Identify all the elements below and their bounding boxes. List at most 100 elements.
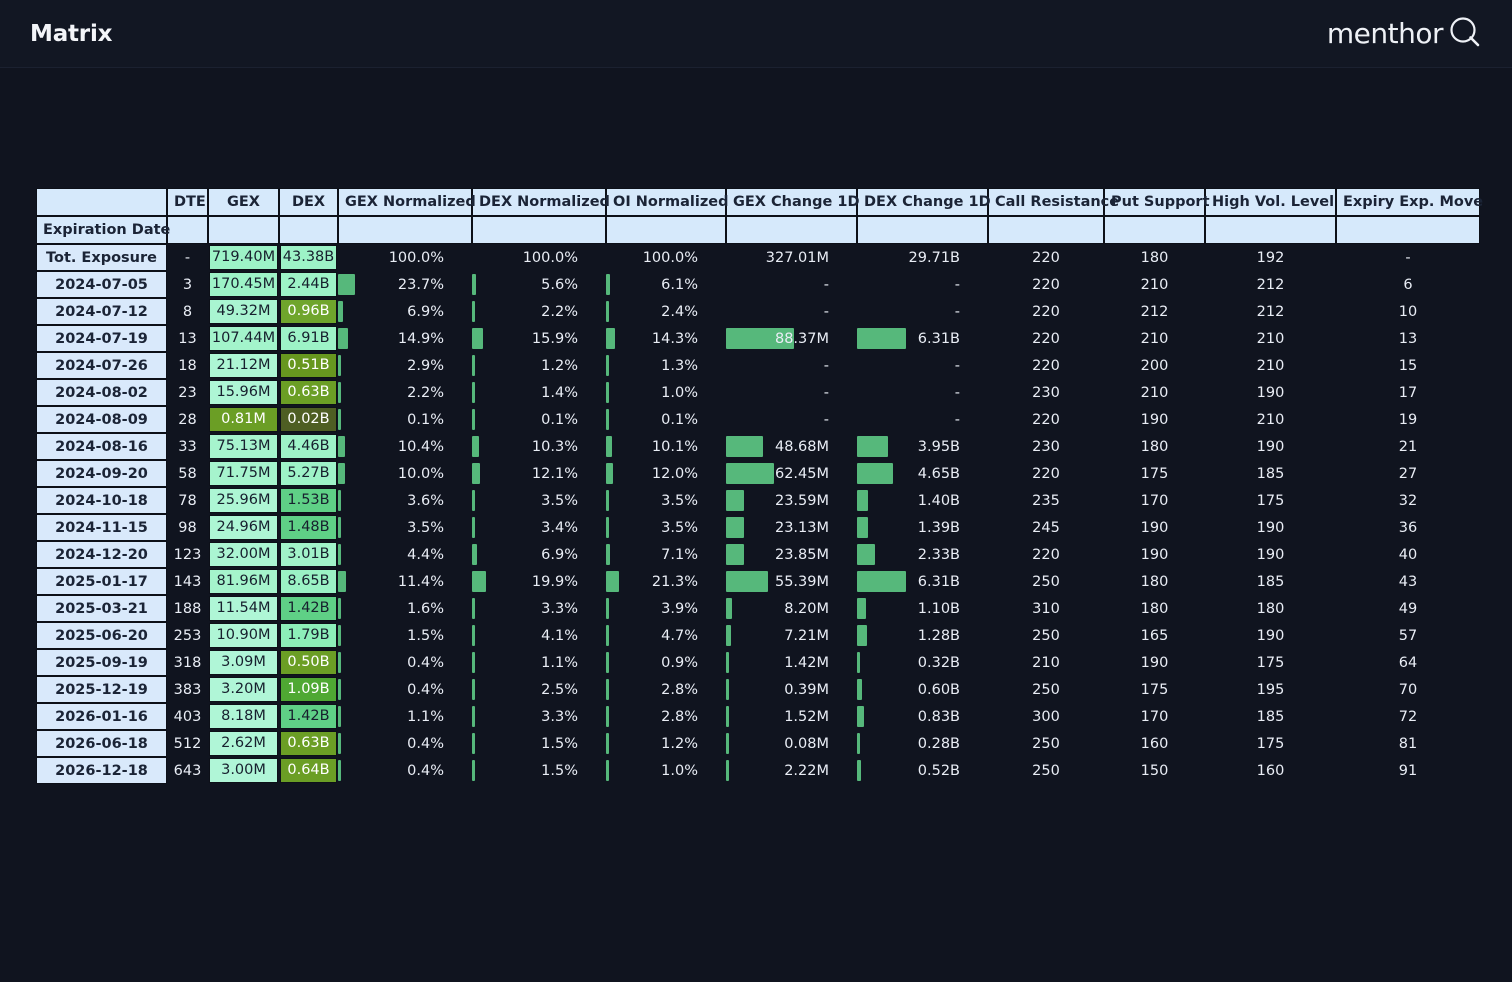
gex-normalized-cell: 4.4% [338,541,472,568]
dex-normalized-cell: 5.6% [472,271,606,298]
column-header-expiry-exp-move[interactable]: Expiry Exp. Move [1336,188,1480,216]
column-header-gex-normalized[interactable]: GEX Normalized [338,188,472,216]
table-row[interactable]: 2025-01-1714381.96M8.65B11.4%19.9%21.3%5… [36,568,1480,595]
table-row[interactable]: 2024-10-187825.96M1.53B3.6%3.5%3.5%23.59… [36,487,1480,514]
dex-change-1d-cell: 6.31B [857,325,988,352]
gex-cell: 32.00M [208,541,279,568]
row-label[interactable]: 2025-06-20 [36,622,167,649]
dex-cell: 1.09B [279,676,338,703]
column-header-dte[interactable]: DTE [167,188,208,216]
gex-cell: 3.20M [208,676,279,703]
expiry-exp-move-cell: 43 [1336,568,1480,595]
expiry-exp-move-cell: 81 [1336,730,1480,757]
dte-cell: 98 [167,514,208,541]
row-label[interactable]: 2024-11-15 [36,514,167,541]
column-header-gex-change-1d[interactable]: GEX Change 1D [726,188,857,216]
column-header-dex-normalized[interactable]: DEX Normalized [472,188,606,216]
column-header-index[interactable] [36,188,167,216]
dte-cell: 28 [167,406,208,433]
table-row[interactable]: 2024-07-261821.12M0.51B2.9%1.2%1.3%--220… [36,352,1480,379]
dex-normalized-value: 12.1% [472,466,596,482]
column-header-high-vol-level[interactable]: High Vol. Level [1205,188,1336,216]
high-vol-level-cell: 212 [1205,298,1336,325]
row-label[interactable]: 2024-07-26 [36,352,167,379]
high-vol-level-cell: 190 [1205,433,1336,460]
row-label[interactable]: 2026-12-18 [36,757,167,784]
put-support-cell: 190 [1104,514,1205,541]
table-row[interactable]: 2024-09-205871.75M5.27B10.0%12.1%12.0%62… [36,460,1480,487]
dex-normalized-cell: 1.4% [472,379,606,406]
row-label[interactable]: Tot. Exposure [36,244,167,271]
table-row[interactable]: 2024-08-09280.81M0.02B0.1%0.1%0.1%--2201… [36,406,1480,433]
expiry-exp-move-cell: 49 [1336,595,1480,622]
matrix-table-container[interactable]: DTEGEXDEXGEX NormalizedDEX NormalizedOI … [36,188,1480,784]
row-label[interactable]: 2025-01-17 [36,568,167,595]
table-row[interactable]: Tot. Exposure-719.40M43.38B100.0%100.0%1… [36,244,1480,271]
gex-normalized-cell: 2.2% [338,379,472,406]
dex-value: 5.27B [280,461,337,486]
dex-change-1d-value: 29.71B [857,250,978,266]
table-row[interactable]: 2025-09-193183.09M0.50B0.4%1.1%0.9%1.42M… [36,649,1480,676]
put-support-cell: 160 [1104,730,1205,757]
column-header-gex[interactable]: GEX [208,188,279,216]
oi-normalized-cell: 100.0% [606,244,726,271]
put-support-cell: 210 [1104,379,1205,406]
dex-change-1d-value: 6.31B [857,331,978,347]
column-header-dex[interactable]: DEX [279,188,338,216]
row-label[interactable]: 2024-07-05 [36,271,167,298]
oi-normalized-cell: 7.1% [606,541,726,568]
row-label[interactable]: 2025-12-19 [36,676,167,703]
gex-value: 11.54M [209,596,278,621]
row-label[interactable]: 2025-09-19 [36,649,167,676]
table-row[interactable]: 2025-12-193833.20M1.09B0.4%2.5%2.8%0.39M… [36,676,1480,703]
table-row[interactable]: 2026-06-185122.62M0.63B0.4%1.5%1.2%0.08M… [36,730,1480,757]
table-row[interactable]: 2026-01-164038.18M1.42B1.1%3.3%2.8%1.52M… [36,703,1480,730]
oi-normalized-value: 2.8% [606,682,716,698]
table-row[interactable]: 2025-03-2118811.54M1.42B1.6%3.3%3.9%8.20… [36,595,1480,622]
row-label[interactable]: 2024-09-20 [36,460,167,487]
call-resistance-cell: 245 [988,514,1104,541]
table-row[interactable]: 2025-06-2025310.90M1.79B1.5%4.1%4.7%7.21… [36,622,1480,649]
dex-normalized-value: 1.4% [472,385,596,401]
dex-value: 8.65B [280,569,337,594]
gex-cell: 81.96M [208,568,279,595]
column-header-oi-normalized[interactable]: OI Normalized [606,188,726,216]
row-label[interactable]: 2026-06-18 [36,730,167,757]
column-header-call-resistance[interactable]: Call Resistance [988,188,1104,216]
dte-cell: 383 [167,676,208,703]
table-row[interactable]: 2024-07-12849.32M0.96B6.9%2.2%2.4%--2202… [36,298,1480,325]
row-label[interactable]: 2024-08-09 [36,406,167,433]
table-row[interactable]: 2026-12-186433.00M0.64B0.4%1.5%1.0%2.22M… [36,757,1480,784]
row-label[interactable]: 2025-03-21 [36,595,167,622]
gex-cell: 3.09M [208,649,279,676]
table-row[interactable]: 2024-08-022315.96M0.63B2.2%1.4%1.0%--230… [36,379,1480,406]
call-resistance-cell: 220 [988,406,1104,433]
row-label[interactable]: 2024-10-18 [36,487,167,514]
row-label[interactable]: 2024-08-16 [36,433,167,460]
expiry-exp-move-cell: 32 [1336,487,1480,514]
table-row[interactable]: 2024-07-053170.45M2.44B23.7%5.6%6.1%--22… [36,271,1480,298]
oi-normalized-cell: 10.1% [606,433,726,460]
row-label[interactable]: 2024-12-20 [36,541,167,568]
dex-value: 0.63B [280,380,337,405]
row-label[interactable]: 2024-07-19 [36,325,167,352]
gex-value: 8.18M [209,704,278,729]
dex-cell: 0.63B [279,730,338,757]
high-vol-level-cell: 190 [1205,514,1336,541]
row-label[interactable]: 2024-07-12 [36,298,167,325]
index-label: Expiration Date [36,216,167,244]
table-row[interactable]: 2024-12-2012332.00M3.01B4.4%6.9%7.1%23.8… [36,541,1480,568]
table-row[interactable]: 2024-08-163375.13M4.46B10.4%10.3%10.1%48… [36,433,1480,460]
row-label[interactable]: 2024-08-02 [36,379,167,406]
expiry-exp-move-cell: 36 [1336,514,1480,541]
dte-cell: 78 [167,487,208,514]
dex-cell: 5.27B [279,460,338,487]
row-label[interactable]: 2026-01-16 [36,703,167,730]
column-header-put-support[interactable]: Put Support [1104,188,1205,216]
table-row[interactable]: 2024-11-159824.96M1.48B3.5%3.4%3.5%23.13… [36,514,1480,541]
gex-normalized-value: 1.1% [338,709,462,725]
high-vol-level-cell: 210 [1205,325,1336,352]
column-header-dex-change-1d[interactable]: DEX Change 1D [857,188,988,216]
gex-normalized-cell: 3.6% [338,487,472,514]
table-row[interactable]: 2024-07-1913107.44M6.91B14.9%15.9%14.3%8… [36,325,1480,352]
